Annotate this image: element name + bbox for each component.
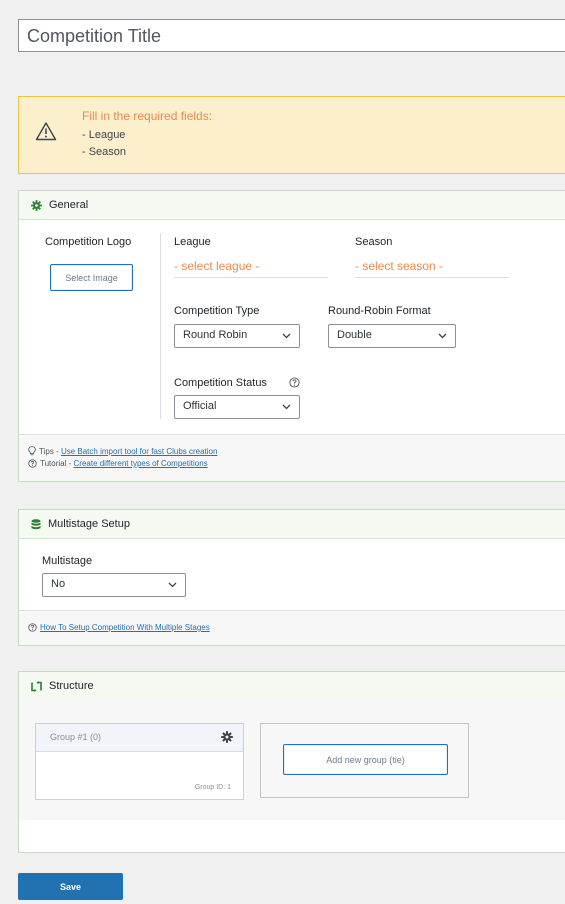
general-heading: General: [49, 199, 89, 211]
tutorial-prefix: Tutorial -: [40, 459, 74, 468]
general-panel: General Competition Logo Select Image Le…: [18, 190, 565, 482]
general-panel-header: General: [19, 191, 565, 220]
gear-icon: [31, 199, 42, 211]
multistage-panel-footer: How To Setup Competition With Multiple S…: [19, 610, 565, 645]
competition-status-value: Official: [183, 400, 217, 412]
notice-item-season: - Season: [82, 146, 127, 158]
multistage-help-link[interactable]: How To Setup Competition With Multiple S…: [40, 623, 210, 632]
structure-icon: [31, 680, 42, 692]
database-icon: [31, 518, 41, 530]
chevron-down-icon: [168, 582, 177, 588]
rr-format-label: Round-Robin Format: [328, 305, 431, 317]
competition-type-label: Competition Type: [174, 305, 260, 317]
select-image-button[interactable]: Select Image: [50, 264, 133, 291]
competition-status-label: Competition Status: [174, 377, 267, 389]
required-fields-notice: Fill in the required fields: - League - …: [18, 96, 565, 174]
tips-line: Tips - Use Batch import tool for fast Cl…: [28, 446, 217, 456]
tips-prefix: Tips -: [39, 446, 61, 456]
add-group-container: Add new group (tie): [260, 723, 469, 798]
league-select[interactable]: - select league -: [174, 259, 328, 278]
structure-panel-header: Structure: [19, 672, 565, 701]
help-icon[interactable]: [289, 377, 300, 388]
competition-title-input[interactable]: Competition Title: [18, 19, 565, 52]
multistage-panel-header: Multistage Setup: [19, 510, 565, 539]
chevron-down-icon: [438, 333, 447, 339]
group-id: Group ID: 1: [194, 784, 231, 791]
batch-import-link[interactable]: Use Batch import tool for fast Clubs cre…: [61, 447, 218, 456]
general-panel-footer: Tips - Use Batch import tool for fast Cl…: [19, 434, 565, 481]
warning-icon: [35, 121, 57, 141]
notice-title: Fill in the required fields:: [82, 109, 213, 123]
competition-type-select[interactable]: Round Robin: [174, 324, 300, 348]
multistage-select[interactable]: No: [42, 573, 186, 597]
add-group-button[interactable]: Add new group (tie): [283, 744, 448, 775]
multistage-heading: Multistage Setup: [48, 518, 130, 530]
multistage-help-line: How To Setup Competition With Multiple S…: [28, 623, 210, 632]
rr-format-value: Double: [337, 329, 372, 341]
competition-logo-label: Competition Logo: [45, 236, 132, 248]
group-card-header: Group #1 (0): [36, 724, 243, 752]
season-select[interactable]: - select season -: [355, 259, 509, 278]
league-label: League: [174, 236, 211, 248]
lightbulb-icon: [28, 446, 36, 456]
group-card: Group #1 (0) Group ID: 1: [35, 723, 244, 800]
competition-type-value: Round Robin: [183, 329, 248, 341]
help-icon: [28, 459, 37, 468]
notice-item-league: - League: [82, 129, 126, 141]
tutorial-line: Tutorial - Create different types of Com…: [28, 459, 208, 468]
chevron-down-icon: [282, 333, 291, 339]
multistage-label: Multistage: [42, 555, 93, 567]
gear-icon[interactable]: [221, 731, 233, 743]
season-label: Season: [355, 236, 393, 248]
competition-types-link[interactable]: Create different types of Competitions: [74, 459, 208, 468]
chevron-down-icon: [282, 404, 291, 410]
group-title: Group #1 (0): [50, 732, 102, 742]
competition-status-select[interactable]: Official: [174, 395, 300, 419]
multistage-panel: Multistage Setup Multistage No How To Se…: [18, 509, 565, 646]
column-divider: [160, 233, 161, 419]
help-icon: [28, 623, 37, 632]
save-button[interactable]: Save: [18, 873, 123, 900]
structure-heading: Structure: [49, 680, 94, 692]
rr-format-select[interactable]: Double: [328, 324, 456, 348]
structure-panel: Structure Group #1 (0) Group ID: 1 Add n…: [18, 671, 565, 853]
multistage-value: No: [51, 578, 66, 590]
